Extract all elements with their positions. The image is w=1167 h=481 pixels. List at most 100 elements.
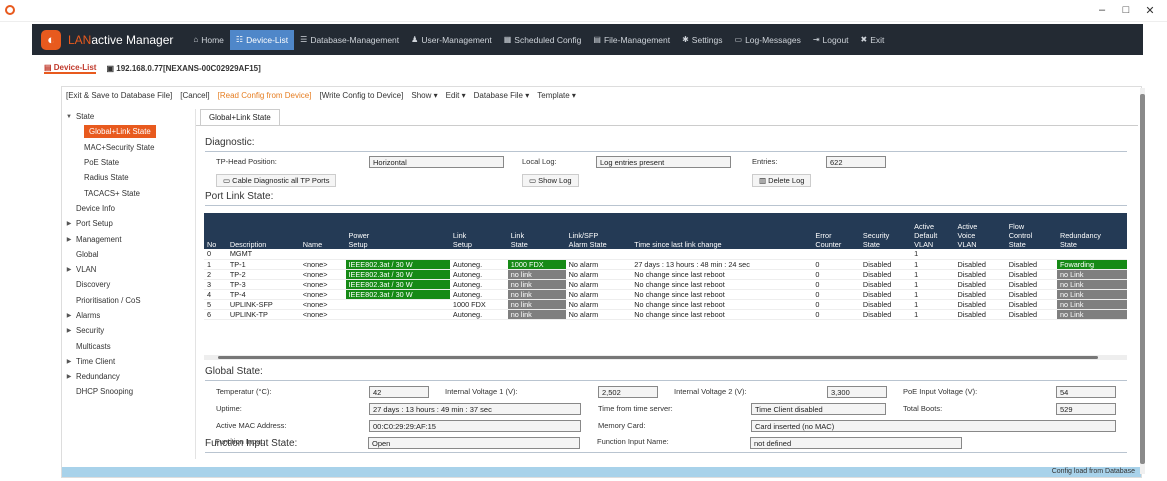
chevron-right-icon[interactable]: ▶ bbox=[62, 236, 76, 243]
device-icon: ▣ bbox=[106, 63, 117, 73]
tree-item-tacacs-state[interactable]: TACACS+ State bbox=[62, 185, 192, 200]
nav-device-list[interactable]: ☷ Device-List bbox=[229, 29, 295, 50]
table-row[interactable]: 4 TP-4 <none> IEEE802.3at / 30 W Autoneg. no … bbox=[204, 289, 1127, 300]
nav-exit[interactable]: ✖ Exit bbox=[855, 30, 891, 50]
tree-item-dhcp-snooping[interactable]: DHCP Snooping bbox=[62, 384, 192, 399]
global-state-divider bbox=[205, 380, 1127, 381]
toolbar-template[interactable]: Template ▾ bbox=[537, 91, 576, 105]
table-cell: 4 bbox=[204, 289, 227, 300]
table-row[interactable]: 5 UPLINK-SFP <none> 1000 FDX no link No alarm… bbox=[204, 299, 1127, 310]
tab-device-list[interactable]: ▤ Device-List bbox=[44, 63, 97, 74]
column-header-time-since-last-link-change[interactable]: Time since last link change bbox=[631, 213, 813, 249]
tree-item-alarms[interactable]: ▶ Alarms bbox=[62, 308, 192, 323]
table-cell: no link bbox=[507, 299, 566, 310]
delete-log-button[interactable]: ▥ Delete Log bbox=[752, 174, 812, 187]
chevron-right-icon[interactable]: ▶ bbox=[62, 312, 76, 319]
port-link-title: Port Link State: bbox=[205, 191, 274, 202]
chevron-right-icon[interactable]: ▶ bbox=[62, 220, 76, 227]
nav-database-management[interactable]: ☰ Database-Management bbox=[294, 30, 405, 50]
tree-item-port-setup[interactable]: ▶ Port Setup bbox=[62, 216, 192, 231]
tab-global-link-state[interactable]: Global+Link State bbox=[200, 109, 280, 125]
chevron-right-icon[interactable]: ▶ bbox=[62, 266, 76, 273]
column-header-active-default-vlan[interactable]: Active Default VLAN bbox=[911, 213, 955, 249]
table-row[interactable]: 3 TP-3 <none> IEEE802.3at / 30 W Autoneg. no … bbox=[204, 279, 1127, 290]
main-vertical-scrollbar[interactable] bbox=[1140, 88, 1145, 474]
table-cell: no link bbox=[507, 309, 566, 320]
tree-item-state[interactable]: ▼ State bbox=[62, 109, 192, 124]
toolbar-exit-save-to-database-file[interactable]: [Exit & Save to Database File] bbox=[66, 91, 172, 105]
table-cell: no link bbox=[507, 269, 566, 280]
show-log-button[interactable]: ▭ Show Log bbox=[522, 174, 579, 187]
column-header-redundancy-state[interactable]: Redundancy State bbox=[1056, 213, 1127, 249]
toolbar-read-config-from-device[interactable]: [Read Config from Device] bbox=[218, 91, 312, 105]
close-button[interactable]: ✕ bbox=[1142, 4, 1158, 17]
column-header-link-sfp-alarm-state[interactable]: Link/SFP Alarm State bbox=[565, 213, 632, 249]
chevron-right-icon[interactable]: ▶ bbox=[62, 373, 76, 380]
nav-user-management[interactable]: ♟ User-Management bbox=[405, 30, 498, 50]
tree-item-global-link-state[interactable]: Global+Link State bbox=[62, 124, 192, 139]
nav-scheduled-config[interactable]: ▦ Scheduled Config bbox=[498, 30, 588, 50]
toolbar-show[interactable]: Show ▾ bbox=[411, 91, 437, 105]
tree-item-label: Redundancy bbox=[76, 372, 120, 382]
tree-item-radius-state[interactable]: Radius State bbox=[62, 170, 192, 185]
tree-item-global[interactable]: Global bbox=[62, 247, 192, 262]
tree-item-mac-security-state[interactable]: MAC+Security State bbox=[62, 140, 192, 155]
column-header-description[interactable]: Description bbox=[226, 213, 300, 249]
log-icon: ▭ bbox=[529, 176, 539, 185]
minimize-button[interactable]: – bbox=[1094, 4, 1110, 16]
column-header-active-voice-vlan[interactable]: Active Voice VLAN bbox=[954, 213, 1006, 249]
table-cell: no Link bbox=[1056, 279, 1127, 290]
tree-item-redundancy[interactable]: ▶ Redundancy bbox=[62, 369, 192, 384]
table-row[interactable]: 6 UPLINK-TP <none> Autoneg. no link No alarm N… bbox=[204, 309, 1127, 320]
column-header-power-setup[interactable]: Power Setup bbox=[345, 213, 450, 249]
column-header-security-state[interactable]: Security State bbox=[859, 213, 912, 249]
toolbar-edit[interactable]: Edit ▾ bbox=[446, 91, 466, 105]
internal-voltage-1-label: Internal Voltage 1 (V): bbox=[445, 387, 518, 396]
table-row[interactable]: 0 MGMT 1 bbox=[204, 249, 1127, 260]
table-cell: Disabled bbox=[1005, 299, 1057, 310]
tree-item-discovery[interactable]: Discovery bbox=[62, 277, 192, 292]
tab-device-config[interactable]: ▣ 192.168.0.77[NEXANS-00C02929AF15] bbox=[106, 64, 260, 73]
chevron-right-icon[interactable]: ▶ bbox=[62, 358, 76, 365]
column-header-error-counter[interactable]: Error Counter bbox=[812, 213, 860, 249]
nav-file-management[interactable]: ▤ File-Management bbox=[587, 30, 676, 50]
column-header-link-setup[interactable]: Link Setup bbox=[449, 213, 508, 249]
tree-item-time-client[interactable]: ▶ Time Client bbox=[62, 354, 192, 369]
table-cell: Fowarding bbox=[1056, 259, 1127, 270]
table-cell: Autoneg. bbox=[449, 279, 508, 290]
table-row[interactable]: 1 TP-1 <none> IEEE802.3at / 30 W Autoneg. 100… bbox=[204, 259, 1127, 270]
tree-item-poe-state[interactable]: PoE State bbox=[62, 155, 192, 170]
tree-item-multicasts[interactable]: Multicasts bbox=[62, 338, 192, 353]
toolbar-database-file[interactable]: Database File ▾ bbox=[474, 91, 530, 105]
tree-item-label: State bbox=[76, 112, 95, 122]
table-cell: 6 bbox=[204, 309, 227, 320]
nav-settings[interactable]: ✱ Settings bbox=[676, 30, 728, 50]
column-header-no[interactable]: No bbox=[204, 213, 227, 249]
column-header-link-state[interactable]: Link State bbox=[507, 213, 566, 249]
table-cell: 27 days : 13 hours : 48 min : 24 sec bbox=[631, 259, 813, 270]
column-header-name[interactable]: Name bbox=[299, 213, 346, 249]
table-row[interactable]: 2 TP-2 <none> IEEE802.3at / 30 W Autoneg. no … bbox=[204, 269, 1127, 280]
nav-log-messages[interactable]: ▭ Log-Messages bbox=[729, 30, 807, 50]
chevron-right-icon[interactable]: ▶ bbox=[62, 327, 76, 334]
table-cell: 0 bbox=[812, 259, 860, 270]
tree-item-prioritisation-cos[interactable]: Prioritisation / CoS bbox=[62, 293, 192, 308]
tree-item-management[interactable]: ▶ Management bbox=[62, 231, 192, 246]
chevron-down-icon[interactable]: ▼ bbox=[62, 114, 76, 120]
nav-home[interactable]: ⌂ Home bbox=[187, 30, 230, 50]
toolbar-cancel[interactable]: [Cancel] bbox=[180, 91, 209, 105]
status-bar: Config load from Database bbox=[62, 467, 1141, 477]
toolbar-write-config-to-device[interactable]: [Write Config to Device] bbox=[319, 91, 403, 105]
table-cell: No change since last reboot bbox=[631, 309, 813, 320]
tree-item-vlan[interactable]: ▶ VLAN bbox=[62, 262, 192, 277]
table-cell: TP-3 bbox=[226, 279, 300, 290]
nav-logout[interactable]: ⇥ Logout bbox=[807, 30, 855, 50]
table-cell: IEEE802.3at / 30 W bbox=[345, 279, 450, 290]
table-horizontal-scrollbar[interactable] bbox=[204, 355, 1127, 360]
tree-item-device-info[interactable]: Device Info bbox=[62, 201, 192, 216]
tree-item-security[interactable]: ▶ Security bbox=[62, 323, 192, 338]
cable-diagnostic-button[interactable]: ▭ Cable Diagnostic all TP Ports bbox=[216, 174, 337, 187]
total-boots-field: 529 bbox=[1056, 403, 1116, 415]
maximize-button[interactable]: □ bbox=[1118, 4, 1134, 16]
column-header-flow-control-state[interactable]: Flow Control State bbox=[1005, 213, 1057, 249]
